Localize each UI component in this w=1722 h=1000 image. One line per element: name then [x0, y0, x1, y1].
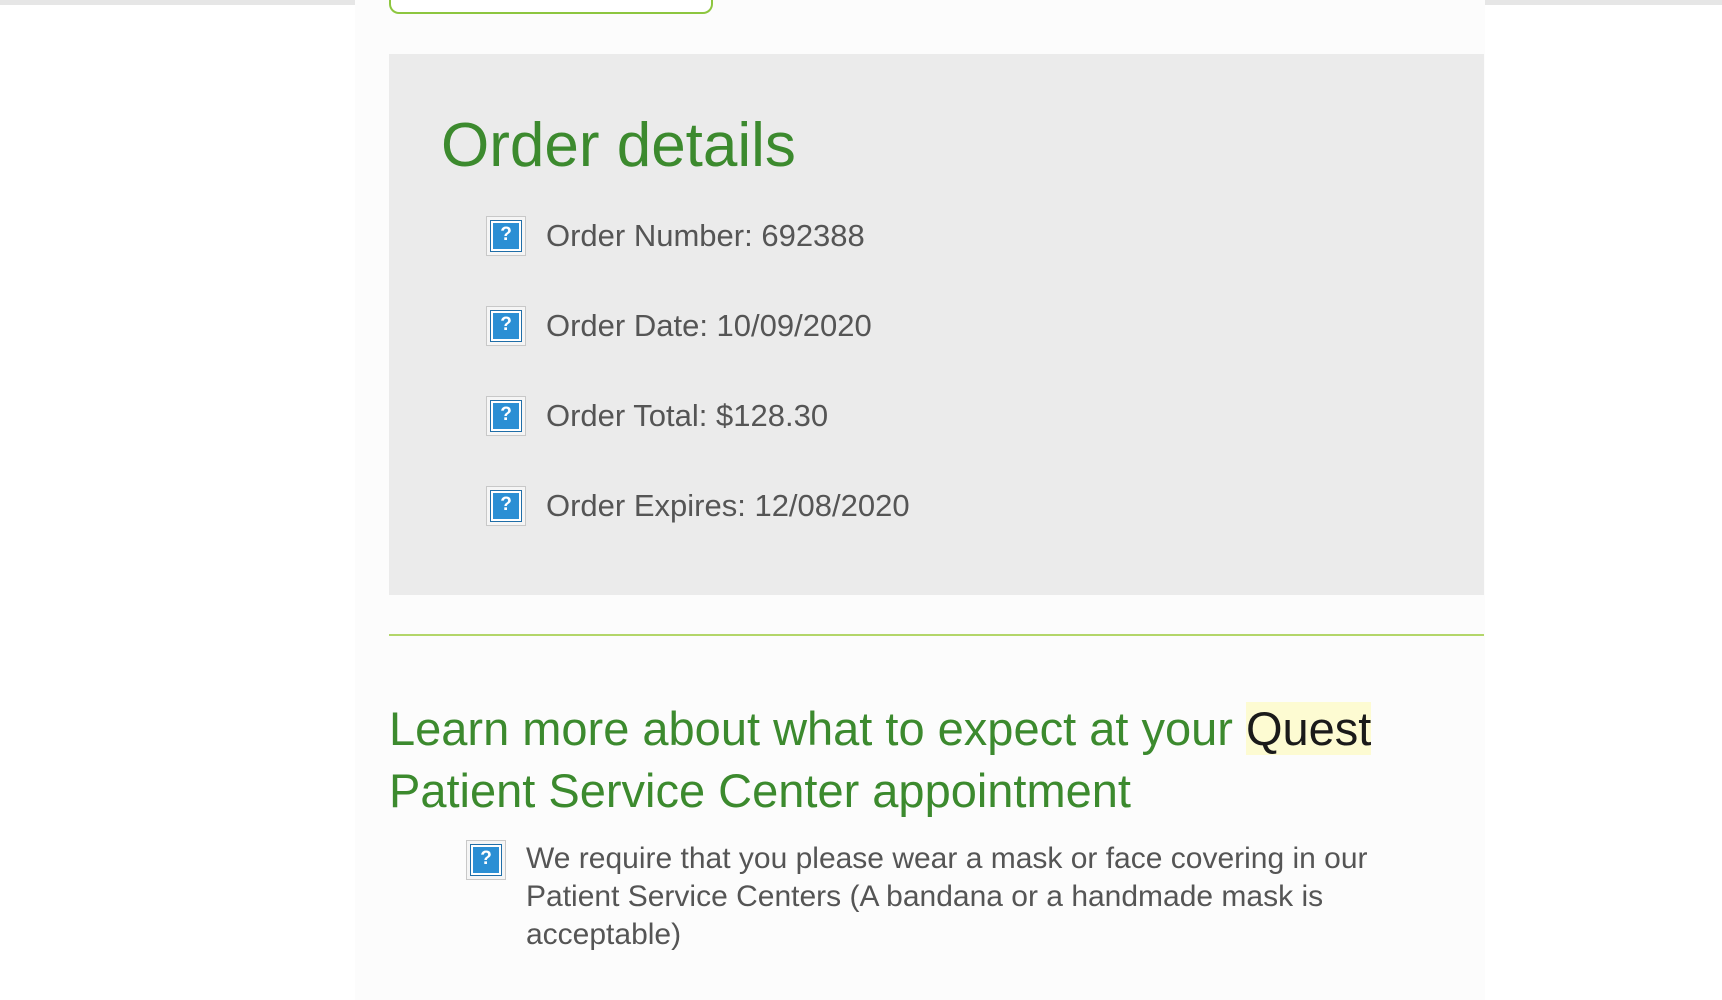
learn-more-heading-start: Learn more about what to expect at your: [389, 702, 1246, 755]
order-total-row: ? Order Total: $128.30: [486, 395, 828, 437]
help-icon-glyph: ?: [491, 221, 521, 251]
section-divider: [389, 634, 1484, 636]
highlighted-word: Quest: [1245, 702, 1372, 755]
order-date-row: ? Order Date: 10/09/2020: [486, 305, 872, 347]
mask-requirement-item: ? We require that you please wear a mask…: [466, 840, 1426, 984]
help-icon-glyph: ?: [491, 311, 521, 341]
page: Order details ? Order Number: 692388 ? O…: [0, 0, 1722, 1000]
help-icon[interactable]: ?: [486, 396, 526, 436]
help-icon-glyph: ?: [491, 491, 521, 521]
order-details-title: Order details: [441, 111, 796, 180]
help-icon-glyph: ?: [491, 401, 521, 431]
help-icon[interactable]: ?: [486, 306, 526, 346]
learn-more-heading-end: Patient Service Center appointment: [389, 764, 1131, 817]
order-number-text: Order Number: 692388: [546, 218, 865, 253]
order-number-row: ? Order Number: 692388: [486, 215, 865, 257]
help-icon-glyph: ?: [471, 845, 501, 875]
help-icon[interactable]: ?: [466, 840, 506, 880]
order-date-text: Order Date: 10/09/2020: [546, 308, 872, 343]
order-expires-row: ? Order Expires: 12/08/2020: [486, 485, 910, 527]
order-expires-text: Order Expires: 12/08/2020: [546, 488, 910, 523]
previous-section-button[interactable]: [389, 0, 713, 14]
learn-more-heading: Learn more about what to expect at your …: [389, 698, 1449, 822]
help-icon[interactable]: ?: [486, 216, 526, 256]
mask-requirement-text: We require that you please wear a mask o…: [526, 842, 1368, 951]
order-total-text: Order Total: $128.30: [546, 398, 829, 433]
help-icon[interactable]: ?: [486, 486, 526, 526]
